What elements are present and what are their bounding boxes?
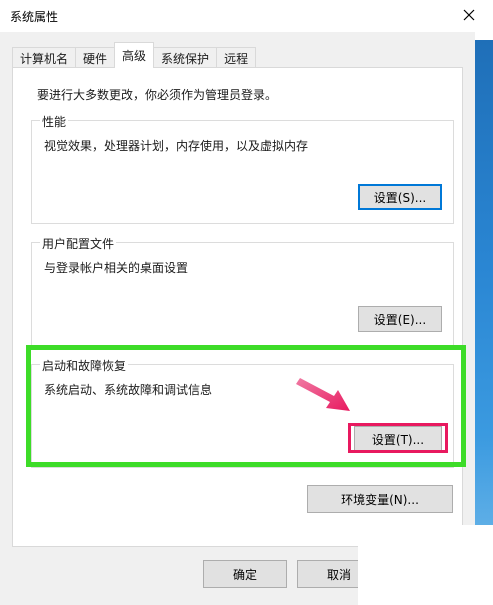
ok-button[interactable]: 确定 (203, 560, 287, 588)
window-title: 系统属性 (10, 10, 59, 24)
user-profiles-description: 与登录帐户相关的桌面设置 (44, 261, 189, 275)
startup-recovery-group-title: 启动和故障恢复 (40, 357, 129, 374)
performance-settings-button[interactable]: 设置(S)... (358, 184, 442, 210)
close-button[interactable] (455, 4, 483, 26)
user-profiles-settings-button[interactable]: 设置(E)... (358, 306, 442, 332)
system-properties-window: 系统属性 计算机名 硬件 高级 系统保护 远程 要进行大多数更改，你必须作为管理… (0, 0, 493, 605)
desktop-background (475, 40, 493, 605)
advanced-tab-panel: 要进行大多数更改，你必须作为管理员登录。 性能 视觉效果，处理器计划，内存使用，… (12, 67, 463, 547)
admin-notice: 要进行大多数更改，你必须作为管理员登录。 (37, 88, 278, 102)
environment-variables-button[interactable]: 环境变量(N)... (307, 485, 453, 513)
tab-hardware[interactable]: 硬件 (75, 47, 116, 68)
tab-computer-name[interactable]: 计算机名 (12, 47, 77, 68)
close-icon (463, 9, 475, 21)
performance-description: 视觉效果，处理器计划，内存使用，以及虚拟内存 (44, 139, 309, 153)
startup-recovery-group: 启动和故障恢复 系统启动、系统故障和调试信息 设置(T)... (31, 357, 454, 468)
performance-group: 性能 视觉效果，处理器计划，内存使用，以及虚拟内存 设置(S)... (31, 113, 454, 224)
performance-group-title: 性能 (40, 113, 69, 130)
cropped-region (358, 525, 493, 605)
user-profiles-group: 用户配置文件 与登录帐户相关的桌面设置 设置(E)... (31, 235, 454, 346)
tab-strip: 计算机名 硬件 高级 系统保护 远程 (12, 42, 257, 68)
startup-recovery-settings-button[interactable]: 设置(T)... (354, 426, 442, 452)
pointer-arrow-icon (296, 378, 350, 411)
tab-remote[interactable]: 远程 (216, 47, 257, 68)
tab-system-protection[interactable]: 系统保护 (153, 47, 218, 68)
tab-advanced[interactable]: 高级 (114, 42, 155, 68)
user-profiles-group-title: 用户配置文件 (40, 235, 117, 252)
dialog-client-area: 计算机名 硬件 高级 系统保护 远程 要进行大多数更改，你必须作为管理员登录。 … (0, 32, 475, 605)
title-bar: 系统属性 (0, 0, 493, 32)
startup-recovery-description: 系统启动、系统故障和调试信息 (44, 383, 213, 397)
